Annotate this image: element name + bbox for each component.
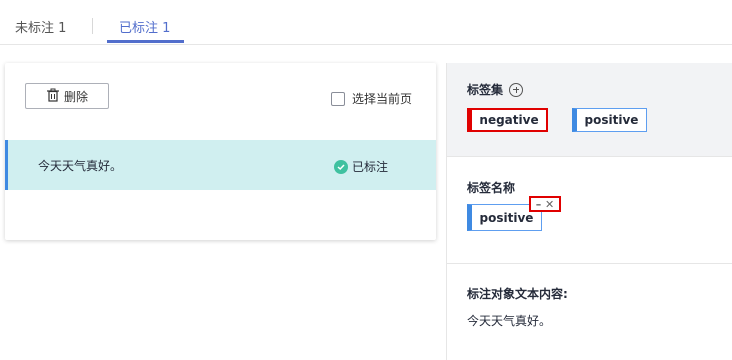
trash-icon [46, 88, 60, 105]
status-badge: 已标注 [334, 158, 388, 175]
list-item[interactable]: 今天天气真好。 已标注 [5, 140, 436, 190]
label-set-title: 标签集 [467, 83, 504, 97]
label-name-panel: 标签名称 positive – ✕ [447, 157, 732, 264]
status-label: 已标注 [352, 160, 389, 174]
item-list-panel: 删除 选择当前页 今天天气真好。 已标注 [5, 63, 436, 240]
tab-labeled[interactable]: 已标注 1 [119, 17, 170, 36]
add-circle-icon[interactable] [509, 82, 524, 97]
tab-unlabeled[interactable]: 未标注 1 [15, 17, 66, 36]
object-text-content: 今天天气真好。 [467, 314, 552, 328]
label-tag-positive[interactable]: positive [572, 108, 647, 132]
object-text-title: 标注对象文本内容: [467, 287, 568, 301]
label-tag-negative[interactable]: negative [467, 108, 548, 132]
object-text-panel: 标注对象文本内容: 今天天气真好。 [447, 264, 732, 360]
select-current-page[interactable]: 选择当前页 [331, 90, 412, 107]
label-name-title: 标签名称 [467, 181, 516, 195]
delete-button-label: 删除 [63, 89, 88, 104]
tab-bar: 未标注 1 已标注 1 [0, 0, 732, 45]
label-set-panel: 标签集 negative positive [447, 63, 732, 157]
remove-label-button[interactable]: – ✕ [529, 196, 561, 212]
label-set-header: 标签集 [467, 81, 524, 98]
close-icon: – ✕ [535, 197, 555, 211]
active-tab-indicator [107, 40, 184, 43]
checkbox-icon[interactable] [331, 91, 345, 106]
select-current-page-label: 选择当前页 [352, 92, 413, 106]
check-circle-icon [334, 159, 348, 174]
tab-divider [92, 18, 93, 34]
delete-button[interactable]: 删除 [25, 83, 109, 109]
list-item-text: 今天天气真好。 [38, 159, 123, 173]
